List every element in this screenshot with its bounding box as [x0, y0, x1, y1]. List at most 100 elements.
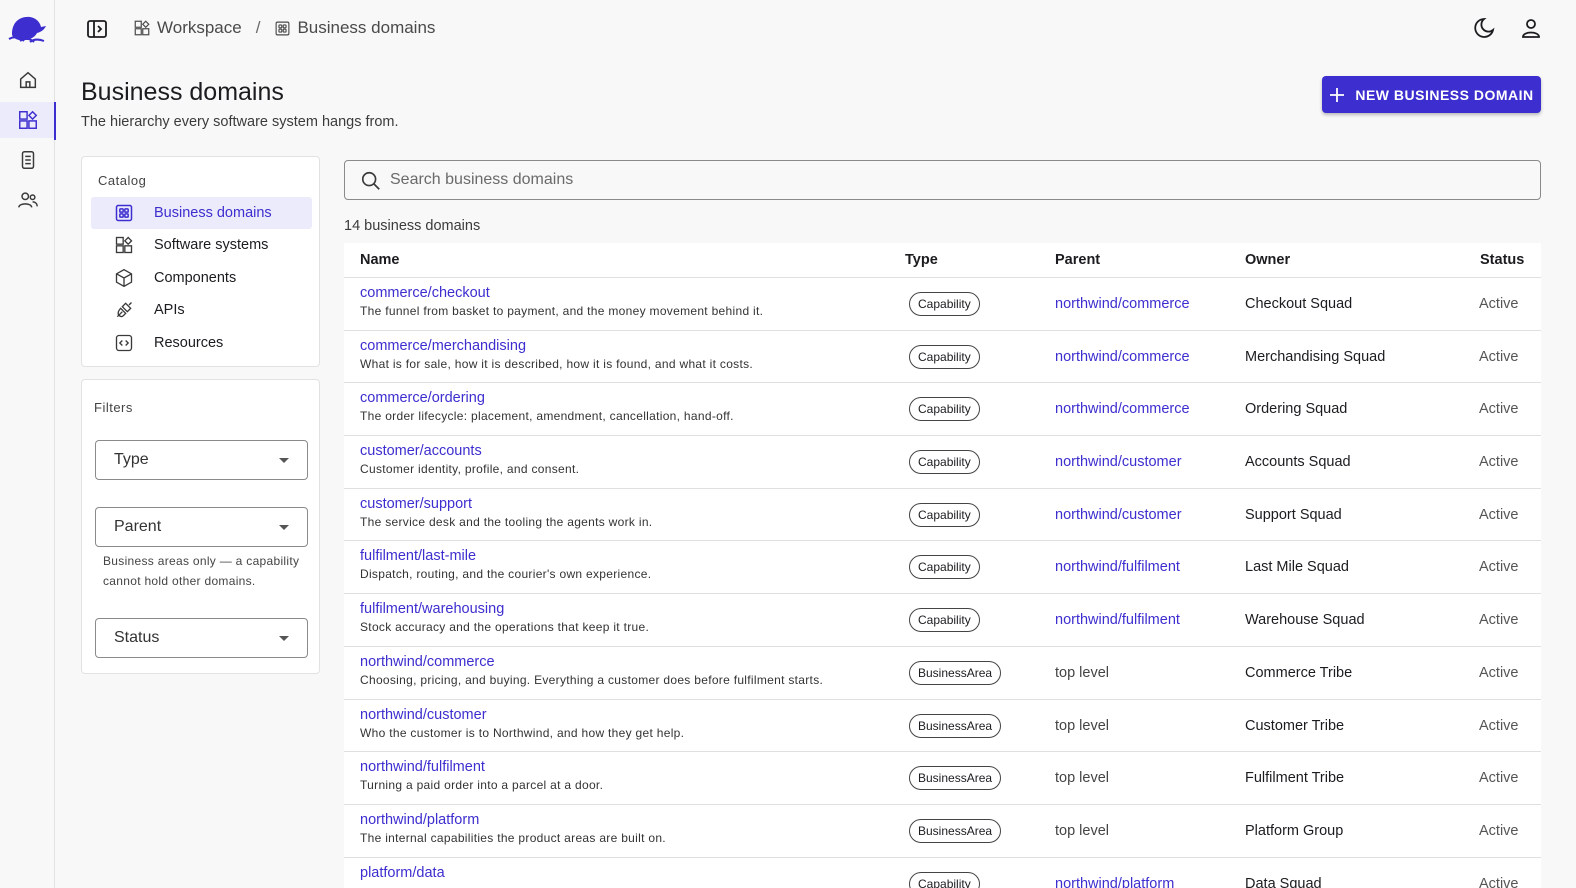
type-filter-select[interactable]: Type	[95, 440, 308, 480]
status-filter-select[interactable]: Status	[95, 618, 308, 658]
theme-toggle-button[interactable]	[1472, 16, 1496, 40]
owner-cell: Customer Tribe	[1245, 717, 1345, 734]
parent-link[interactable]: northwind/commerce	[1055, 349, 1190, 365]
catalog-item-resources[interactable]: Resources	[91, 327, 312, 359]
parent-text: top level	[1055, 717, 1110, 734]
domain-name-link[interactable]: commerce/ordering	[360, 390, 734, 406]
column-header-owner[interactable]: Owner	[1245, 252, 1290, 268]
catalog-item-apis[interactable]: APIs	[91, 294, 312, 326]
breadcrumb-label: Business domains	[297, 18, 436, 37]
rail-teams-button[interactable]	[0, 182, 55, 218]
moon-icon	[1472, 16, 1496, 40]
table-row[interactable]: platform/data Capability northwind/platfor…	[344, 858, 1541, 888]
parent-link[interactable]: northwind/fulfilment	[1055, 559, 1180, 575]
status-cell: Active	[1479, 612, 1519, 629]
parent-link[interactable]: northwind/fulfilment	[1055, 612, 1180, 628]
type-chip: Capability	[909, 555, 980, 580]
account-button[interactable]	[1519, 16, 1543, 40]
table-row[interactable]: fulfilment/warehousing Stock accuracy and…	[344, 594, 1541, 647]
type-filter-label: Type	[114, 451, 149, 468]
table-row[interactable]: northwind/fulfilment Turning a paid order…	[344, 752, 1541, 805]
domain-description: Choosing, pricing, and buying. Everythin…	[360, 672, 824, 687]
search-input[interactable]	[390, 161, 1490, 199]
sidebar-toggle-button[interactable]	[85, 17, 109, 41]
app-logo[interactable]	[6, 12, 48, 46]
owner-cell: Data Squad	[1245, 875, 1322, 888]
table-row[interactable]: customer/support The service desk and the…	[344, 489, 1541, 542]
domain-name-link[interactable]: fulfilment/warehousing	[360, 601, 649, 617]
type-chip: BusinessArea	[909, 766, 1002, 791]
parent-link[interactable]: northwind/customer	[1055, 507, 1182, 523]
catalog-item-components[interactable]: Components	[91, 262, 312, 294]
parent-filter-label: Parent	[114, 518, 162, 535]
table-row[interactable]: northwind/commerce Choosing, pricing, and…	[344, 647, 1541, 700]
domain-name-cell: platform/data	[360, 865, 445, 884]
type-chip: Capability	[909, 871, 980, 888]
domain-description: Dispatch, routing, and the courier's own…	[360, 567, 652, 582]
domain-name-link[interactable]: northwind/commerce	[360, 654, 823, 670]
parent-link[interactable]: northwind/commerce	[1055, 296, 1190, 312]
type-chip: BusinessArea	[909, 818, 1002, 843]
owner-cell: Commerce Tribe	[1245, 664, 1353, 681]
owner-cell: Support Squad	[1245, 506, 1342, 523]
owner-cell: Platform Group	[1245, 822, 1344, 839]
filters-label: Filters	[94, 400, 133, 415]
domain-name-cell: commerce/ordering The order lifecycle: pl…	[360, 390, 734, 423]
column-header-type[interactable]: Type	[905, 252, 938, 268]
rail-catalog-button[interactable]	[0, 102, 56, 140]
status-cell: Active	[1479, 664, 1519, 681]
status-cell: Active	[1479, 348, 1519, 365]
status-cell: Active	[1479, 296, 1519, 312]
parent-link[interactable]: northwind/customer	[1055, 454, 1182, 470]
domain-name-link[interactable]: commerce/merchandising	[360, 338, 753, 354]
owner-cell: Fulfilment Tribe	[1245, 770, 1345, 787]
parent-link[interactable]: northwind/commerce	[1055, 401, 1190, 417]
domain-name-link[interactable]: platform/data	[360, 865, 445, 881]
domain-name-cell: fulfilment/warehousing Stock accuracy and…	[360, 601, 649, 634]
table-row[interactable]: fulfilment/last-mile Dispatch, routing, a…	[344, 541, 1541, 595]
domain-name-link[interactable]: commerce/checkout	[360, 285, 763, 301]
status-filter-label: Status	[114, 629, 160, 646]
domain-name-link[interactable]: customer/accounts	[360, 443, 579, 459]
table-row[interactable]: commerce/checkout The funnel from basket …	[344, 278, 1541, 331]
parent-link[interactable]: northwind/platform	[1055, 876, 1174, 888]
rail-docs-button[interactable]	[0, 142, 55, 178]
owner-cell: Ordering Squad	[1245, 401, 1348, 418]
plus-icon	[1329, 87, 1345, 103]
table-row[interactable]: commerce/ordering The order lifecycle: pl…	[344, 383, 1541, 437]
type-chip: Capability	[909, 344, 980, 369]
search-box	[344, 160, 1541, 200]
catalog-item-business-domains[interactable]: Business domains	[91, 197, 312, 229]
status-cell: Active	[1479, 717, 1519, 734]
rail-home-button[interactable]	[0, 62, 55, 98]
domain-description: The service desk and the tooling the age…	[360, 514, 653, 529]
table-row[interactable]: northwind/platform The internal capabilit…	[344, 805, 1541, 858]
domain-name-link[interactable]: northwind/platform	[360, 812, 666, 828]
catalog-panel: Catalog Business domains Software system…	[81, 156, 320, 367]
business-domain-icon	[274, 20, 291, 37]
table-row[interactable]: northwind/customer Who the customer is to…	[344, 700, 1541, 753]
table-row[interactable]: customer/accounts Customer identity, prof…	[344, 436, 1541, 489]
parent-text: top level	[1055, 770, 1110, 787]
new-business-domain-button[interactable]: NEW BUSINESS DOMAIN	[1322, 76, 1541, 113]
table-body: commerce/checkout The funnel from basket …	[344, 278, 1541, 888]
column-header-name[interactable]: Name	[360, 252, 400, 268]
type-chip: Capability	[909, 450, 980, 475]
catalog-item-software-systems[interactable]: Software systems	[91, 229, 312, 261]
home-icon	[17, 69, 39, 91]
domain-name-link[interactable]: northwind/fulfilment	[360, 759, 603, 775]
domain-name-link[interactable]: fulfilment/last-mile	[360, 548, 651, 564]
column-header-parent[interactable]: Parent	[1055, 252, 1100, 268]
table-row[interactable]: commerce/merchandising What is for sale, …	[344, 331, 1541, 384]
column-header-status[interactable]: Status	[1480, 252, 1524, 268]
result-count: 14 business domains	[344, 218, 481, 234]
breadcrumb-workspace[interactable]: Workspace	[133, 18, 242, 38]
domain-name-link[interactable]: customer/support	[360, 496, 652, 512]
catalog-item-label: Software systems	[154, 237, 269, 253]
domain-name-cell: customer/support The service desk and the…	[360, 496, 652, 529]
parent-filter-select[interactable]: Parent	[95, 507, 308, 547]
type-chip: Capability	[909, 608, 980, 633]
status-cell: Active	[1479, 401, 1519, 418]
domain-name-link[interactable]: northwind/customer	[360, 707, 684, 723]
api-plug-icon	[114, 300, 134, 320]
